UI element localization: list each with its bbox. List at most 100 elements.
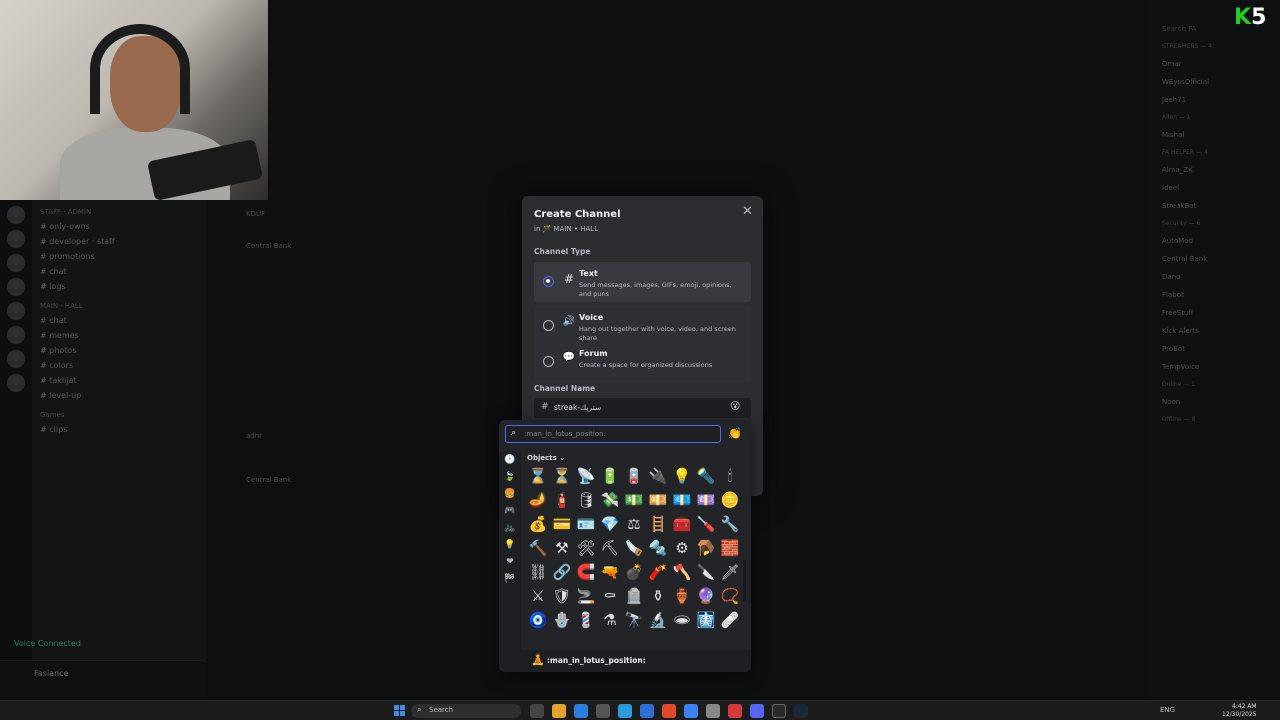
windows-start-icon[interactable]	[394, 705, 405, 716]
server-icon[interactable]	[7, 302, 25, 320]
emoji-item[interactable]: 🪦	[622, 584, 646, 608]
emoji-item[interactable]: 🧿	[526, 608, 550, 632]
emoji-item[interactable]: 🪬	[550, 608, 574, 632]
channel-item[interactable]: # level-up	[32, 388, 206, 403]
emoji-item[interactable]: 🛢	[574, 488, 598, 512]
member-item[interactable]: FreeStuff	[1150, 304, 1280, 322]
emoji-category-icon[interactable]: 🍃	[499, 469, 521, 486]
emoji-item[interactable]: 🪪	[574, 512, 598, 536]
picker-scrollbar[interactable]	[743, 560, 746, 602]
emoji-item[interactable]: 🔪	[694, 560, 718, 584]
emoji-item[interactable]: 🕳	[670, 608, 694, 632]
emoji-category-icon[interactable]: 💡	[499, 537, 521, 554]
channel-item[interactable]: # photos	[32, 343, 206, 358]
member-item[interactable]: Alma_ZK	[1150, 161, 1280, 179]
emoji-item[interactable]: 💈	[574, 608, 598, 632]
emoji-item[interactable]: 💴	[646, 488, 670, 512]
emoji-item[interactable]: ⚔	[526, 584, 550, 608]
task-view-icon[interactable]	[530, 704, 544, 718]
member-item[interactable]: Jeeh71	[1150, 91, 1280, 109]
channel-item[interactable]: # taklijat	[32, 373, 206, 388]
emoji-item[interactable]: 🔬	[646, 608, 670, 632]
channel-item[interactable]: # logs	[32, 279, 206, 294]
channel-category[interactable]: Games	[32, 408, 206, 422]
emoji-item[interactable]: 🧯	[550, 488, 574, 512]
member-item[interactable]: Central Bank	[1150, 250, 1280, 268]
emoji-item[interactable]: ⚙	[670, 536, 694, 560]
emoji-category-icon[interactable]: 🕒	[499, 452, 521, 469]
close-icon[interactable]: ✕	[742, 204, 753, 219]
emoji-item[interactable]: 💵	[622, 488, 646, 512]
emoji-category-icon[interactable]: 🏁	[499, 571, 521, 588]
radio[interactable]	[543, 356, 554, 367]
skin-tone-button[interactable]: 👏	[728, 427, 742, 440]
settings-icon[interactable]	[706, 704, 720, 718]
steam-icon[interactable]	[794, 704, 808, 718]
emoji-item[interactable]: 🔗	[550, 560, 574, 584]
emoji-item[interactable]: ⚰	[598, 584, 622, 608]
channel-item[interactable]: # chat	[32, 264, 206, 279]
member-item[interactable]: Ideel	[1150, 179, 1280, 197]
emoji-item[interactable]: 💸	[598, 488, 622, 512]
lang-indicator[interactable]: ENG	[1160, 706, 1175, 714]
emoji-button[interactable]: 😮	[730, 401, 740, 412]
emoji-item[interactable]: 🔩	[646, 536, 670, 560]
emoji-item[interactable]: 🔧	[718, 512, 742, 536]
option-forum[interactable]: 💬 Forum Create a space for organized dis…	[534, 342, 751, 382]
emoji-item[interactable]: 🔭	[622, 608, 646, 632]
app-icon[interactable]	[596, 704, 610, 718]
emoji-item[interactable]: ⚗	[598, 608, 622, 632]
channel-item[interactable]: # chat	[32, 313, 206, 328]
app-icon[interactable]	[728, 704, 742, 718]
emoji-item[interactable]: ⚱	[646, 584, 670, 608]
server-icon[interactable]	[7, 374, 25, 392]
emoji-item[interactable]: 🪫	[622, 464, 646, 488]
emoji-item[interactable]: 🩹	[718, 608, 742, 632]
emoji-item[interactable]: 🏺	[670, 584, 694, 608]
radio-selected[interactable]	[543, 276, 554, 287]
emoji-item[interactable]: 🛡	[550, 584, 574, 608]
emoji-item[interactable]: ⚖	[622, 512, 646, 536]
emoji-item[interactable]: 🪔	[526, 488, 550, 512]
taskbar-search[interactable]: ⌕ Search	[411, 704, 521, 718]
server-icon[interactable]	[7, 230, 25, 248]
file-explorer-icon[interactable]	[552, 704, 566, 718]
emoji-item[interactable]: 🪛	[694, 512, 718, 536]
channel-item[interactable]: # promotions	[32, 249, 206, 264]
obs-icon[interactable]	[772, 704, 786, 718]
emoji-item[interactable]: ⏳	[550, 464, 574, 488]
emoji-item[interactable]: 💎	[598, 512, 622, 536]
clock[interactable]: 4:42 AM 12/30/2025	[1222, 703, 1257, 719]
emoji-item[interactable]: ⛓	[526, 560, 550, 584]
emoji-item[interactable]: 🔦	[694, 464, 718, 488]
member-item[interactable]: Flabot	[1150, 286, 1280, 304]
member-item[interactable]: Noon	[1150, 393, 1280, 411]
emoji-item[interactable]: 💳	[550, 512, 574, 536]
emoji-item[interactable]: 🪜	[646, 512, 670, 536]
member-item[interactable]: ProBot	[1150, 340, 1280, 358]
emoji-item[interactable]: 🛠	[574, 536, 598, 560]
emoji-item[interactable]: 🔮	[694, 584, 718, 608]
emoji-item[interactable]: 🪤	[694, 536, 718, 560]
emoji-category-icon[interactable]: 🚲	[499, 520, 521, 537]
emoji-item[interactable]: 💷	[694, 488, 718, 512]
server-icon[interactable]	[7, 254, 25, 272]
server-icon[interactable]	[7, 326, 25, 344]
channel-item[interactable]: # colors	[32, 358, 206, 373]
channel-category[interactable]: STAFF · ADMIN	[32, 205, 206, 219]
emoji-item[interactable]: 🗡	[718, 560, 742, 584]
emoji-item[interactable]: ⚒	[550, 536, 574, 560]
app-icon[interactable]	[684, 704, 698, 718]
emoji-item[interactable]: 🔨	[526, 536, 550, 560]
emoji-category-icon[interactable]: 🎮	[499, 503, 521, 520]
emoji-item[interactable]: 📡	[574, 464, 598, 488]
emoji-item[interactable]: 🩻	[694, 608, 718, 632]
emoji-section-title[interactable]: Objects ⌄	[527, 454, 565, 462]
emoji-item[interactable]: 🔫	[598, 560, 622, 584]
emoji-item[interactable]: 🕯	[718, 464, 742, 488]
app-icon[interactable]	[640, 704, 654, 718]
emoji-search-input[interactable]	[524, 428, 714, 440]
emoji-category-icon[interactable]: 🍔	[499, 486, 521, 503]
member-item[interactable]: AutoMod	[1150, 232, 1280, 250]
server-icon[interactable]	[7, 206, 25, 224]
